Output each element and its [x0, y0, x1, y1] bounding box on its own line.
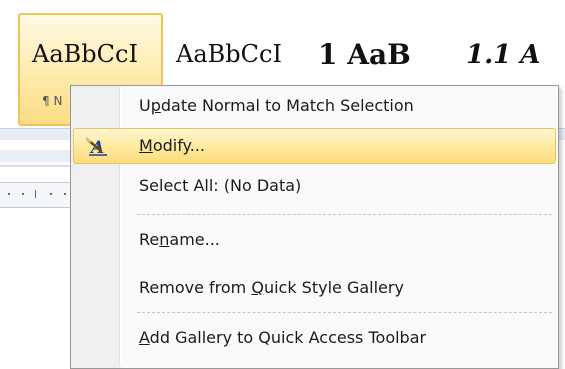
menu-item-select-all[interactable]: Select All: (No Data): [73, 168, 556, 204]
horizontal-ruler[interactable]: [0, 182, 80, 208]
modify-style-icon: A: [85, 137, 107, 157]
style-sample-no-spacing[interactable]: AaBbCcI: [176, 40, 282, 68]
ruler-mark: [64, 193, 66, 195]
menu-item-add-gallery-to-qat[interactable]: Add Gallery to Quick Access Toolbar: [73, 320, 556, 356]
toolbar-band: [0, 150, 80, 162]
style-context-menu: Update Normal to Match Selection A Modif…: [70, 85, 559, 369]
ruler-mark: [22, 193, 24, 195]
ruler-mark: [50, 193, 52, 195]
menu-item-label: Modify...: [139, 136, 205, 155]
menu-item-label: Update Normal to Match Selection: [139, 96, 414, 115]
menu-item-label: Select All: (No Data): [139, 176, 302, 195]
menu-item-remove-from-gallery[interactable]: Remove from Quick Style Gallery: [73, 270, 556, 306]
style-caption-normal: ¶ N: [42, 94, 63, 108]
ruler-tick: [35, 190, 36, 198]
menu-item-label: Remove from Quick Style Gallery: [139, 278, 404, 297]
menu-item-label: Add Gallery to Quick Access Toolbar: [139, 328, 427, 347]
menu-item-update-normal[interactable]: Update Normal to Match Selection: [73, 88, 556, 124]
menu-separator: [137, 312, 552, 313]
menu-item-label: Rename...: [139, 230, 220, 249]
ruler-mark: [8, 193, 10, 195]
menu-item-modify[interactable]: A Modify...: [73, 128, 556, 164]
menu-item-rename[interactable]: Rename...: [73, 222, 556, 258]
style-sample-heading-1[interactable]: 1 AaB: [318, 38, 411, 71]
menu-separator: [137, 214, 552, 215]
style-sample-normal: AaBbCcI: [32, 40, 138, 68]
toolbar-divider: [0, 165, 80, 167]
style-sample-heading-2[interactable]: 1.1 A: [466, 40, 540, 70]
